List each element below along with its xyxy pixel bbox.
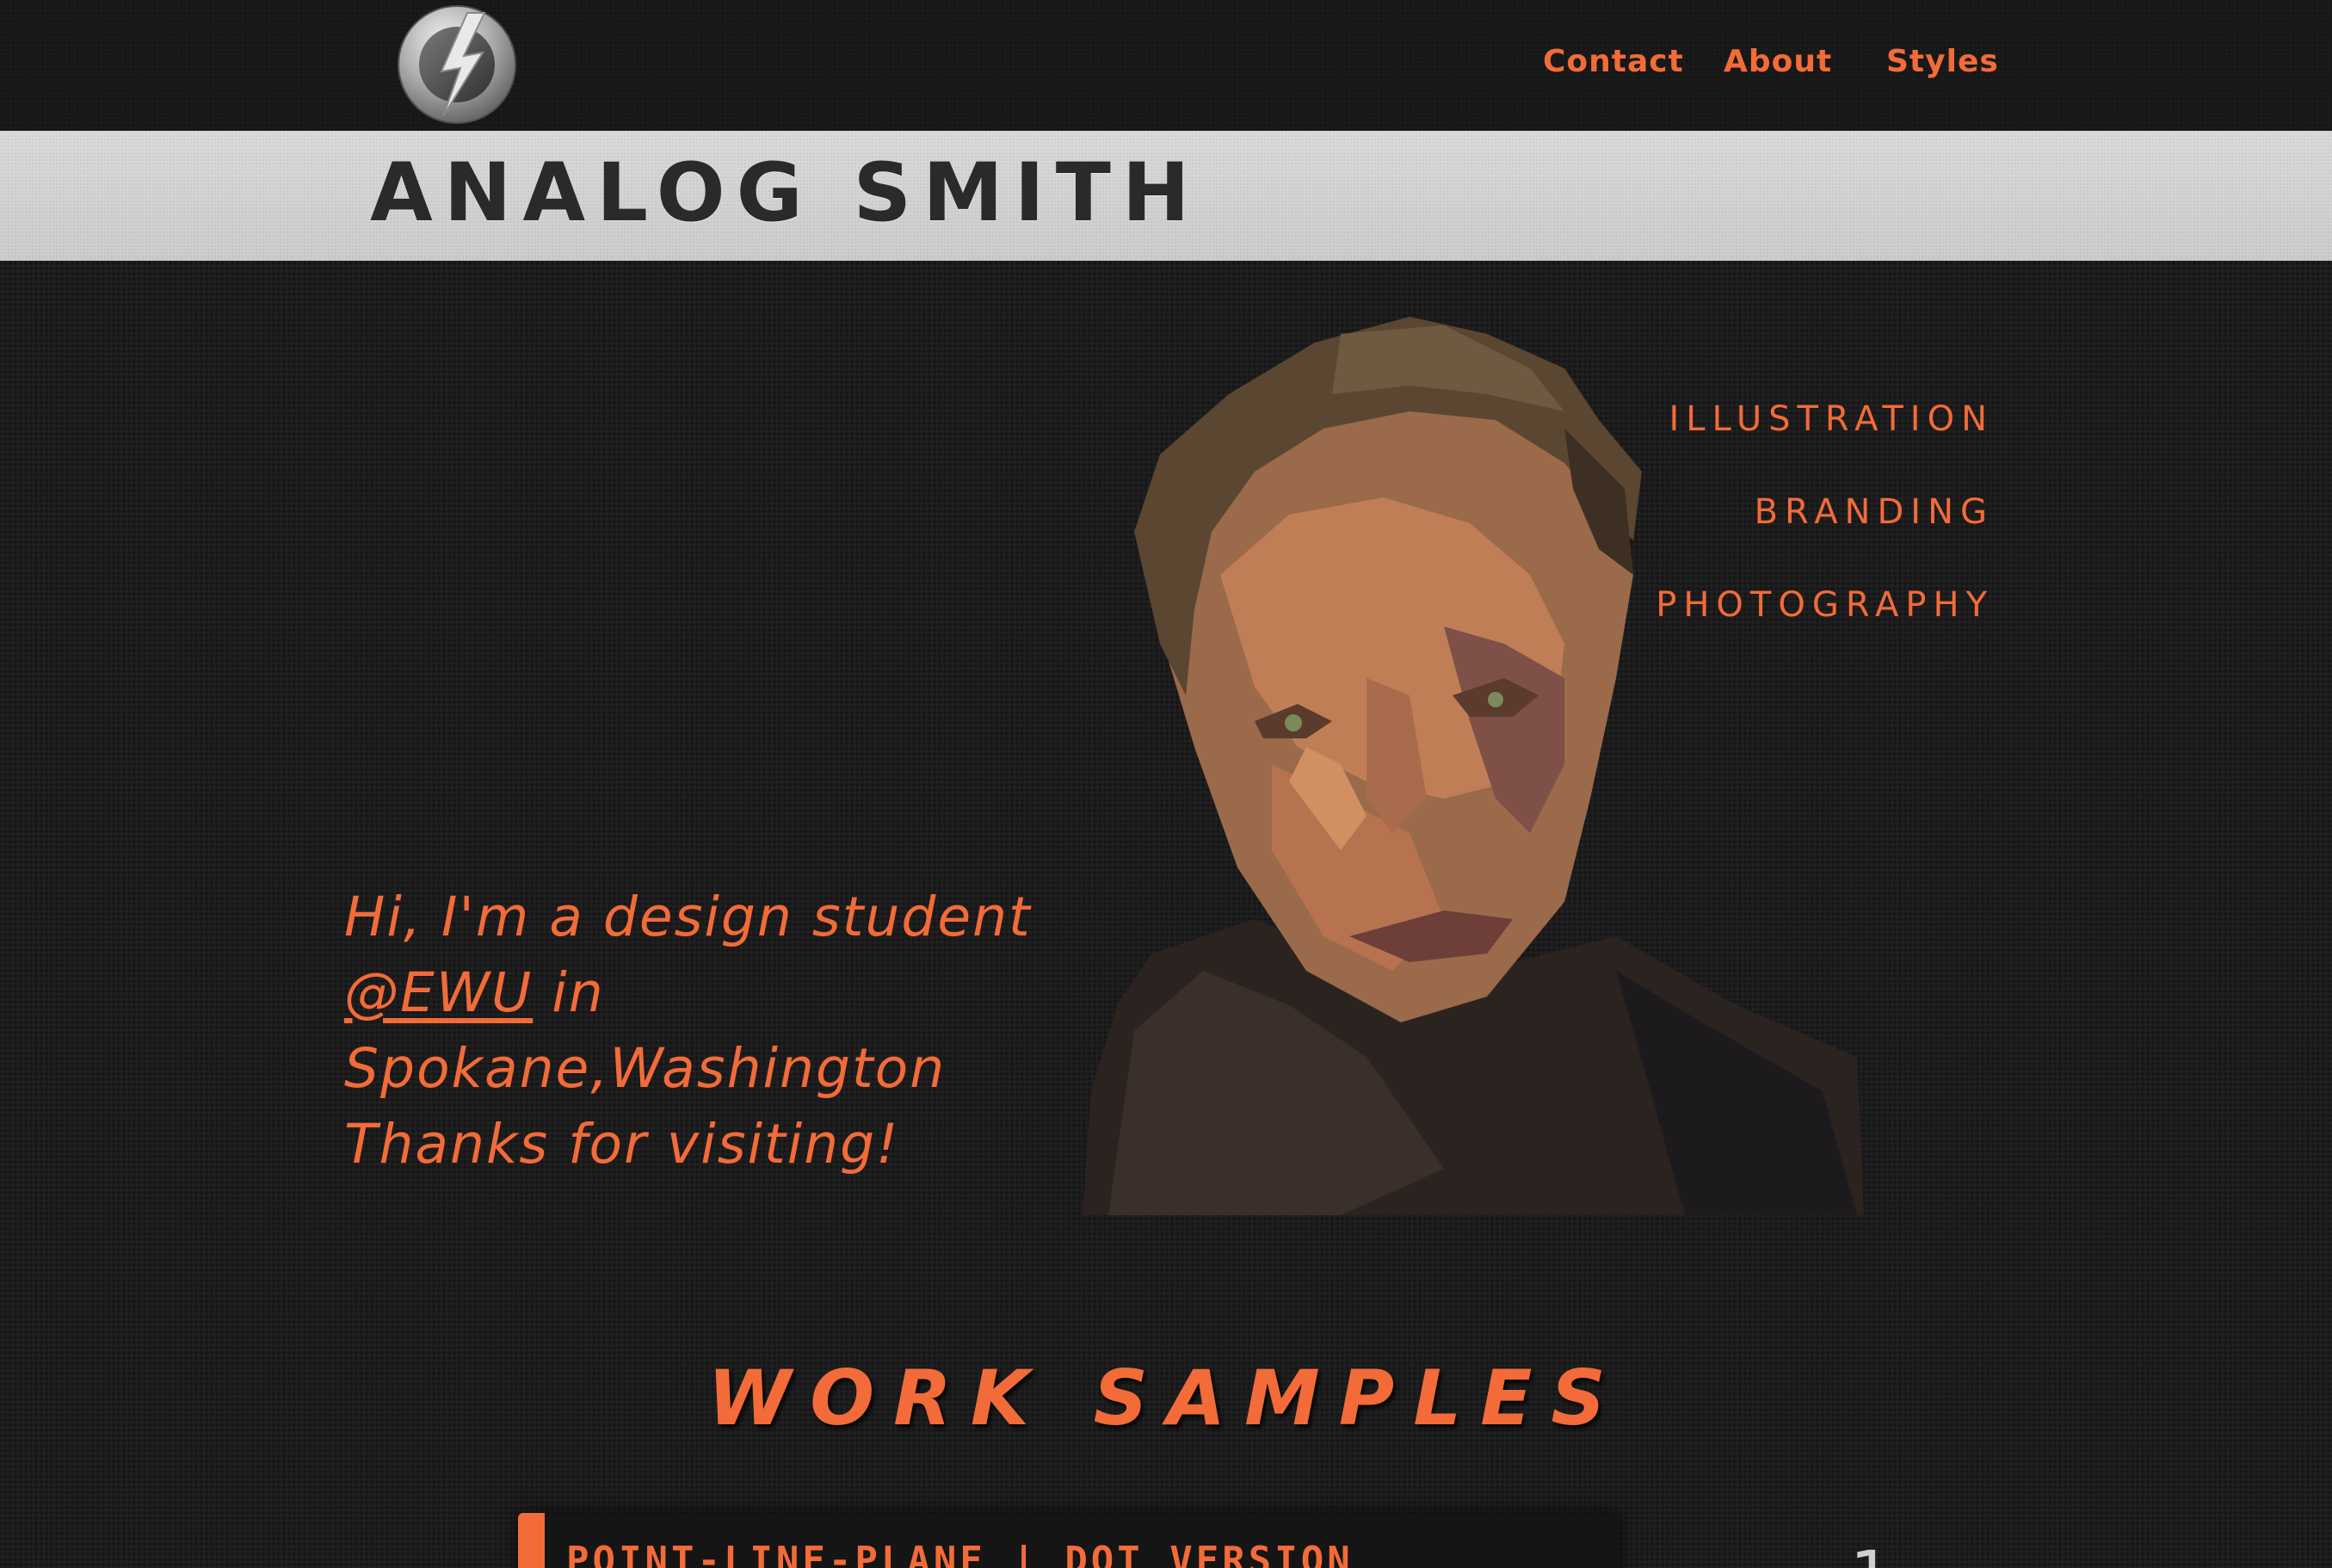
intro-line-2-suffix: in [533, 961, 605, 1024]
site-title: ANALOG SMITH [370, 146, 1201, 240]
category-link-branding[interactable]: BRANDING [1755, 489, 1994, 535]
card-accent-bar [518, 1513, 545, 1568]
category-link-photography[interactable]: PHOTOGRAPHY [1656, 582, 1994, 628]
nav-link-contact[interactable]: Contact [1543, 33, 1684, 90]
portrait-illustration [1083, 317, 1864, 1215]
work-sample-card[interactable]: POINT-LINE-PLANE | DOT VERSION [518, 1513, 1619, 1568]
intro-text: Hi, I'm a design student @EWU in Spokane… [344, 880, 1084, 1182]
intro-line-3: Spokane,Washington [344, 1037, 947, 1100]
work-sample-title: POINT-LINE-PLANE | DOT VERSION [566, 1539, 1354, 1568]
logo-lightning-bolt-icon[interactable] [397, 4, 517, 125]
ewu-link[interactable]: @EWU [344, 961, 533, 1024]
intro-line-4: Thanks for visiting! [344, 1113, 900, 1176]
intro-line-1: Hi, I'm a design student [344, 886, 1032, 948]
nav-link-styles[interactable]: Styles [1886, 33, 1999, 90]
category-link-illustration[interactable]: ILLUSTRATION [1669, 396, 1994, 442]
nav-link-about[interactable]: About [1724, 33, 1832, 90]
intro-line-2: @EWU in [344, 955, 1084, 1031]
slide-number: 1 [1850, 1540, 1891, 1568]
work-samples-heading: WORK SAMPLES [707, 1354, 1625, 1442]
